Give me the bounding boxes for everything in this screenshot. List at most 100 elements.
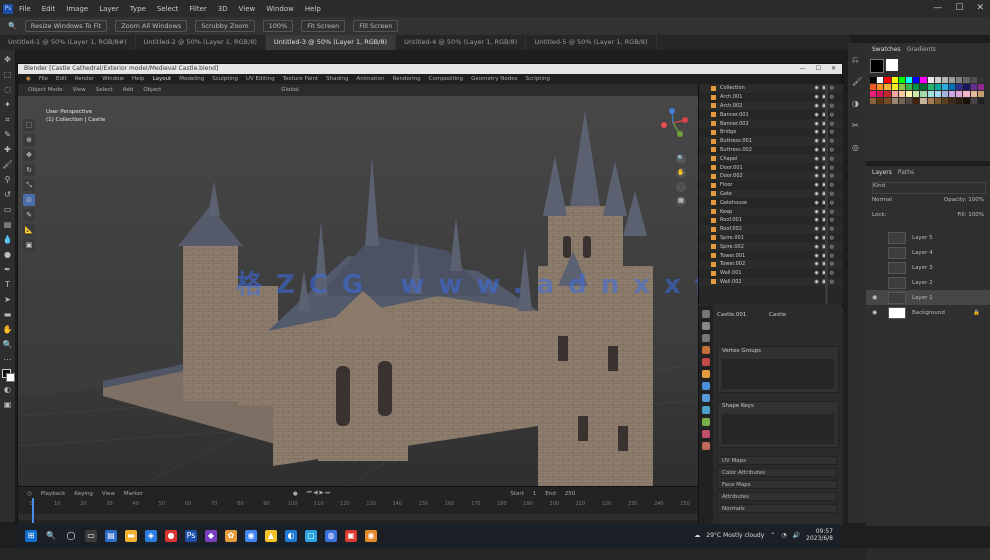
layer-row[interactable]: ◉ Layer 1 xyxy=(866,290,990,305)
layer-row[interactable]: Layer 4 xyxy=(866,245,990,260)
color-swatch[interactable] xyxy=(870,84,877,90)
texture-tab-icon[interactable] xyxy=(702,442,710,450)
menu-file[interactable]: File xyxy=(19,5,31,13)
workspace-tab-modeling[interactable]: Modeling xyxy=(179,76,204,82)
color-swatch[interactable] xyxy=(977,98,984,104)
object-data-name[interactable]: Castle.001 xyxy=(717,312,746,318)
scale-icon[interactable]: ⤡ xyxy=(23,179,35,191)
face-maps-panel[interactable]: Face Maps xyxy=(717,480,837,489)
attributes-panel[interactable]: Attributes xyxy=(717,492,837,501)
physics-tab-icon[interactable] xyxy=(702,406,710,414)
move-tool-icon[interactable]: ✥ xyxy=(2,54,13,65)
shape-tool-icon[interactable]: ▬ xyxy=(2,309,13,320)
tab-gradients[interactable]: Gradients xyxy=(907,46,936,53)
doc-tab[interactable]: Untitled-4 @ 50% (Layer 1, RGB/8) xyxy=(396,35,527,50)
bl-menu-render[interactable]: Render xyxy=(75,76,95,82)
annotate-icon[interactable]: ✎ xyxy=(23,209,35,221)
color-swatch[interactable] xyxy=(963,77,970,83)
zoom-100-button[interactable]: 100% xyxy=(262,20,294,32)
color-swatch[interactable] xyxy=(905,91,913,97)
record-icon[interactable]: ● xyxy=(293,491,298,497)
workspace-tab-animation[interactable]: Animation xyxy=(356,76,384,82)
gradient-tool-icon[interactable]: ▤ xyxy=(2,219,13,230)
color-swatch[interactable] xyxy=(934,84,941,90)
workspace-tab-geonodes[interactable]: Geometry Nodes xyxy=(471,76,517,82)
fit-screen-button[interactable]: Fit Screen xyxy=(301,20,346,32)
outliner-row[interactable]: Buttress.001◉▣◎ xyxy=(699,136,843,146)
color-swatch[interactable] xyxy=(934,77,941,83)
app-icon[interactable]: ◆ xyxy=(205,530,217,542)
color-swatch[interactable] xyxy=(927,84,934,90)
workspace-tab-layout[interactable]: Layout xyxy=(153,76,172,82)
color-swatch[interactable] xyxy=(949,98,956,104)
pan-view-icon[interactable]: ✋ xyxy=(676,168,686,178)
store-icon[interactable]: ◈ xyxy=(145,530,157,542)
timeline-editor-icon[interactable]: ◷ xyxy=(27,491,32,497)
eraser-icon[interactable]: ▭ xyxy=(2,204,13,215)
outliner-row[interactable]: Tower.001◉▣◎ xyxy=(699,251,843,260)
outliner-row[interactable]: Collection◉▣◎ xyxy=(699,84,843,93)
screen-mode-icon[interactable]: ▣ xyxy=(2,399,13,410)
color-swatch[interactable] xyxy=(963,91,970,97)
color-swatch[interactable] xyxy=(934,91,941,97)
color-swatch[interactable] xyxy=(898,84,905,90)
color-swatch[interactable] xyxy=(920,98,927,104)
workspace-tab-shading[interactable]: Shading xyxy=(326,76,348,82)
maximize-icon[interactable]: ☐ xyxy=(955,3,963,13)
navigation-gizmo-icon[interactable] xyxy=(658,108,688,138)
menu-3d[interactable]: 3D xyxy=(218,5,228,13)
color-attributes-panel[interactable]: Color Attributes xyxy=(717,468,837,477)
tab-swatches[interactable]: Swatches xyxy=(872,46,901,53)
color-swatch[interactable] xyxy=(898,98,905,104)
workspace-tab-compositing[interactable]: Compositing xyxy=(429,76,463,82)
lasso-tool-icon[interactable]: ◌ xyxy=(2,84,13,95)
move-icon[interactable]: ✥ xyxy=(23,149,35,161)
timeline-track[interactable] xyxy=(18,514,698,520)
outliner-row[interactable]: Banner.002◉▣◎ xyxy=(699,119,843,128)
type-tool-icon[interactable]: T xyxy=(2,279,13,290)
photoshop-taskbar-icon[interactable]: Ps xyxy=(185,530,197,542)
timeline-ruler[interactable]: 0102030405060708090100110120130140150160… xyxy=(18,501,698,511)
outliner-row[interactable]: Wall.001◉▣◎ xyxy=(699,269,843,278)
select-box-icon[interactable]: ⬚ xyxy=(23,119,35,131)
layer-filter-dropdown[interactable]: Kind xyxy=(872,182,986,194)
layer-visibility-icon[interactable]: ◉ xyxy=(872,294,882,301)
color-swatch[interactable] xyxy=(977,77,984,83)
color-swatch[interactable] xyxy=(927,91,934,97)
play-controls-icon[interactable]: ⏮ ◀ ▶ ⏭ xyxy=(307,490,331,497)
marker-menu[interactable]: Marker xyxy=(124,491,143,497)
scene-tab-icon[interactable] xyxy=(702,346,710,354)
material-tab-icon[interactable] xyxy=(702,430,710,438)
workspace-tab-texture[interactable]: Texture Paint xyxy=(283,76,319,82)
color-swatch[interactable] xyxy=(927,77,934,83)
normals-panel[interactable]: Normals xyxy=(717,504,837,513)
color-swatch[interactable] xyxy=(977,91,984,97)
menu-view[interactable]: View xyxy=(239,5,256,13)
color-swatch[interactable] xyxy=(913,77,920,83)
color-swatch[interactable] xyxy=(941,91,949,97)
color-swatch[interactable] xyxy=(870,98,877,104)
menu-select[interactable]: Select xyxy=(157,5,179,13)
layer-row[interactable]: Layer 5 xyxy=(866,230,990,245)
history-brush-icon[interactable]: ↺ xyxy=(2,189,13,200)
color-swatch[interactable] xyxy=(884,84,891,90)
keying-menu[interactable]: Keying xyxy=(74,491,92,497)
marquee-tool-icon[interactable]: ⬚ xyxy=(2,69,13,80)
color-swatch[interactable] xyxy=(891,91,898,97)
outliner-row[interactable]: Tower.002◉▣◎ xyxy=(699,259,843,269)
shape-keys-list[interactable] xyxy=(722,414,834,444)
camera-view-icon[interactable]: 🎥 xyxy=(676,182,686,192)
hand-tool-icon[interactable]: ✋ xyxy=(2,324,13,335)
cursor-icon[interactable]: ⊕ xyxy=(23,134,35,146)
mode-dropdown[interactable]: Object Mode xyxy=(28,87,63,93)
more-tools-icon[interactable]: ⋯ xyxy=(2,354,13,365)
outliner-row[interactable]: Gatehouse◉▣◎ xyxy=(699,198,843,207)
color-swatch[interactable] xyxy=(949,91,956,97)
add-cube-icon[interactable]: ▣ xyxy=(23,239,35,251)
app-icon[interactable]: ◍ xyxy=(325,530,337,542)
view-menu[interactable]: View xyxy=(102,491,115,497)
color-swatch[interactable] xyxy=(963,98,970,104)
outliner-row[interactable]: Roof.002◉▣◎ xyxy=(699,224,843,234)
workspace-tab-rendering[interactable]: Rendering xyxy=(393,76,421,82)
header-view[interactable]: View xyxy=(73,87,86,93)
